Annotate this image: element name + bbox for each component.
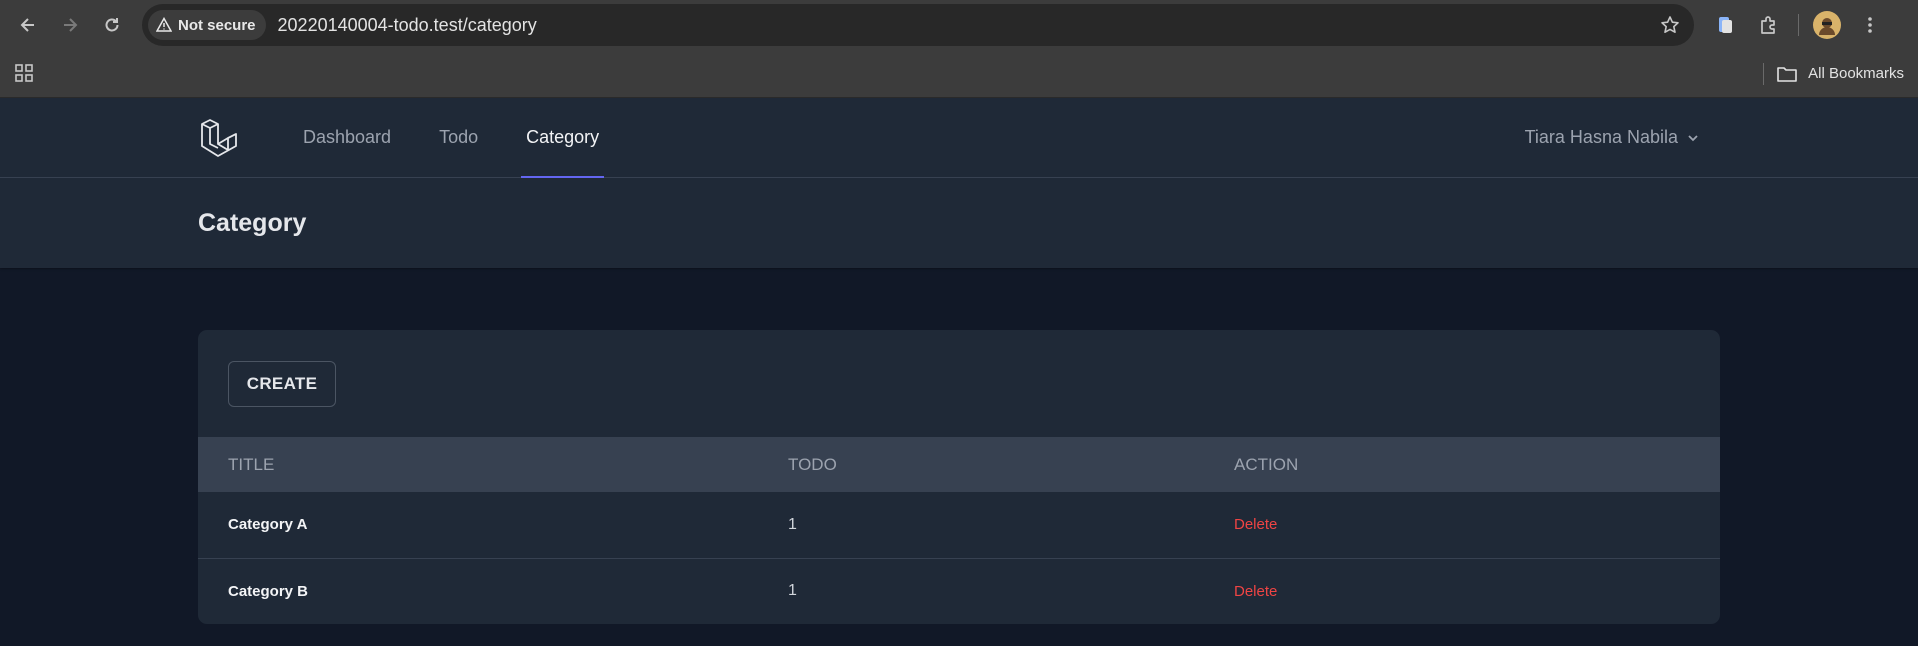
security-chip[interactable]: Not secure bbox=[148, 10, 266, 40]
nav-link-dashboard[interactable]: Dashboard bbox=[298, 98, 396, 177]
todo-count: 1 bbox=[788, 582, 797, 600]
page-header: Category bbox=[0, 178, 1918, 268]
page-title: Category bbox=[198, 208, 307, 237]
category-title: Category B bbox=[228, 582, 309, 600]
chevron-down-icon bbox=[1688, 134, 1698, 141]
warning-icon bbox=[156, 17, 172, 32]
column-header-title: TITLE bbox=[228, 454, 275, 474]
security-label: Not secure bbox=[178, 16, 256, 34]
table-row: Category A 1 Delete bbox=[198, 492, 1720, 558]
todo-count: 1 bbox=[788, 515, 797, 533]
apps-grid-icon[interactable] bbox=[14, 63, 36, 85]
all-bookmarks-button[interactable]: All Bookmarks bbox=[1776, 65, 1904, 83]
url-text[interactable]: 20220140004-todo.test/category bbox=[278, 15, 1652, 36]
folder-icon bbox=[1777, 66, 1797, 82]
nav-link-todo[interactable]: Todo bbox=[434, 98, 483, 177]
bookmarks-separator bbox=[1763, 62, 1765, 85]
profile-avatar[interactable] bbox=[1813, 11, 1841, 39]
forward-icon[interactable] bbox=[52, 7, 88, 43]
reload-icon[interactable] bbox=[94, 7, 130, 43]
nav-link-category[interactable]: Category bbox=[521, 98, 605, 178]
extension-doc-icon[interactable] bbox=[1710, 10, 1740, 40]
toolbar-separator bbox=[1798, 14, 1799, 36]
table-row: Category B 1 Delete bbox=[198, 558, 1720, 624]
delete-button[interactable]: Delete bbox=[1204, 492, 1720, 558]
table-header-row: TITLE TODO ACTION bbox=[198, 437, 1720, 492]
category-table: TITLE TODO ACTION Category A 1 Delete Ca… bbox=[198, 437, 1720, 624]
bookmark-star-icon[interactable] bbox=[1652, 7, 1688, 43]
column-header-todo: TODO bbox=[788, 454, 837, 474]
create-button[interactable]: CREATE bbox=[228, 361, 336, 407]
extensions-puzzle-icon[interactable] bbox=[1754, 10, 1784, 40]
user-menu[interactable]: Tiara Hasna Nabila bbox=[1525, 127, 1700, 148]
bookmarks-bar: All Bookmarks bbox=[0, 50, 1918, 98]
user-name: Tiara Hasna Nabila bbox=[1524, 127, 1678, 147]
laravel-logo-icon[interactable] bbox=[198, 116, 242, 160]
category-title: Category A bbox=[228, 516, 308, 534]
column-header-action: ACTION bbox=[1234, 454, 1299, 474]
all-bookmarks-label: All Bookmarks bbox=[1808, 65, 1904, 82]
back-icon[interactable] bbox=[10, 7, 46, 43]
browser-toolbar: Not secure 20220140004-todo.test/categor… bbox=[0, 0, 1918, 50]
category-card: CREATE TITLE TODO ACTION Category A 1 De… bbox=[198, 330, 1720, 624]
more-menu-icon[interactable] bbox=[1855, 10, 1885, 40]
address-bar[interactable]: Not secure 20220140004-todo.test/categor… bbox=[142, 4, 1694, 46]
app-navbar: Dashboard Todo Category Tiara Hasna Nabi… bbox=[0, 98, 1918, 178]
delete-button[interactable]: Delete bbox=[1204, 558, 1720, 624]
nav-links: Dashboard Todo Category bbox=[298, 98, 642, 178]
